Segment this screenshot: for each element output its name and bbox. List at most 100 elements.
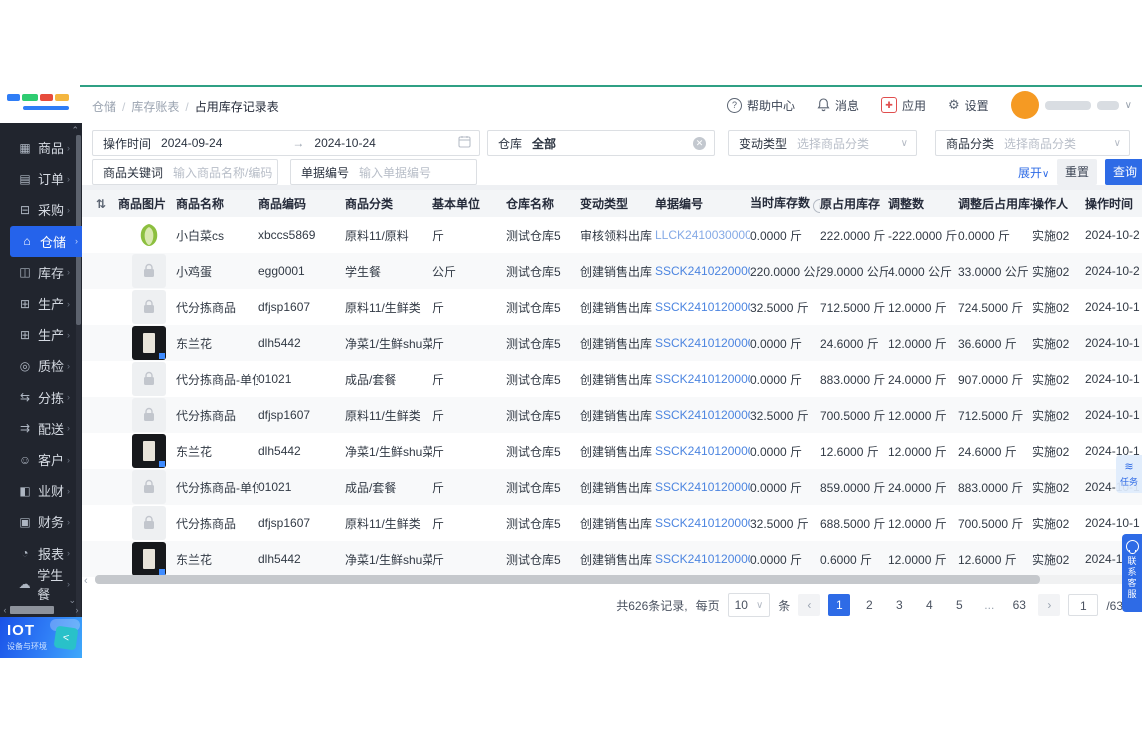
- doc-no-link[interactable]: SSCK24101200003: [655, 408, 750, 422]
- doc-no-link[interactable]: SSCK24101200002: [655, 469, 750, 505]
- change-type: 创建销售出库: [580, 253, 655, 289]
- doc-no-link[interactable]: SSCK24102200001: [655, 253, 750, 289]
- doc-no-link[interactable]: SSCK24101200002: [655, 433, 750, 469]
- operator: 实施02: [1032, 469, 1085, 505]
- next-page-button[interactable]: ›: [1038, 594, 1061, 616]
- product-code: dlh5442: [258, 325, 345, 361]
- operator: 实施02: [1032, 516, 1070, 531]
- doc-no-link[interactable]: SSCK24101200001: [655, 541, 750, 577]
- apps-button[interactable]: ✚ 应用: [880, 97, 926, 114]
- table-hscrollbar-thumb[interactable]: [95, 575, 1040, 584]
- category-placeholder: 选择商品分类: [1004, 136, 1077, 151]
- column-header: 商品分类: [345, 190, 432, 217]
- column-settings-icon[interactable]: ⇅: [82, 197, 106, 211]
- sidebar-item-orders[interactable]: ▤ 订单 ›: [0, 163, 74, 194]
- warehouse-name: 测试仓库5: [506, 469, 580, 505]
- iot-banner[interactable]: IOT 设备与环境 <: [0, 617, 82, 658]
- sidebar-item-production[interactable]: ⊞ 生产 ›: [0, 288, 74, 319]
- category-select[interactable]: 商品分类 选择商品分类 ∨: [935, 130, 1130, 156]
- page-button-63[interactable]: 63: [1008, 594, 1030, 616]
- sidebar-item-production2[interactable]: ⊞ 生产 ›: [0, 319, 74, 350]
- date-to-value[interactable]: 2024-10-24: [314, 136, 375, 150]
- sidebar-item-inventory[interactable]: ◫ 库存 ›: [0, 257, 74, 288]
- contact-service-float-button[interactable]: 联系客服: [1122, 534, 1142, 612]
- doc-no-link[interactable]: SSCK24101200002: [655, 516, 750, 530]
- messages-label: 消息: [834, 98, 859, 113]
- sidebar-item-customers[interactable]: ☺ 客户 ›: [0, 444, 74, 475]
- doc-no-link[interactable]: SSCK24101200003: [655, 325, 750, 361]
- doc-no-link[interactable]: SSCK24101200002: [655, 505, 750, 541]
- doc-no-link[interactable]: SSCK24101200002: [655, 480, 750, 494]
- doc-no-link[interactable]: SSCK24102200001: [655, 264, 750, 278]
- sidebar-item-warehouse[interactable]: ⌂ 仓储 ›: [10, 225, 82, 257]
- occupied-after: 0.0000 斤: [958, 228, 1011, 243]
- sidebar-hscroll-left-icon[interactable]: ‹: [0, 605, 10, 615]
- page-jump-input[interactable]: 1: [1068, 594, 1099, 616]
- breadcrumb-item[interactable]: 库存账表: [131, 100, 179, 114]
- change-type-select[interactable]: 变动类型 选择商品分类 ∨: [728, 130, 917, 156]
- sidebar-hscroll-thumb[interactable]: [10, 606, 54, 614]
- sidebar-item-goods[interactable]: ▦ 商品 ›: [0, 132, 74, 163]
- clear-icon[interactable]: ✕: [693, 136, 706, 150]
- date-from-value[interactable]: 2024-09-24: [161, 136, 222, 150]
- sidebar-item-sorting[interactable]: ⇆ 分拣 ›: [0, 382, 74, 413]
- task-float-button[interactable]: ≋ 任务: [1116, 455, 1142, 493]
- sidebar-item-business-finance[interactable]: ◧ 业财 ›: [0, 475, 74, 506]
- warehouse-select[interactable]: 仓库 全部 ✕: [487, 130, 715, 156]
- page-button-5[interactable]: 5: [948, 594, 970, 616]
- sidebar-item-quality-check[interactable]: ◎ 质检 ›: [0, 350, 74, 381]
- help-center-button[interactable]: ? 帮助中心: [726, 97, 795, 114]
- adjustment: 24.0000 斤: [888, 372, 947, 387]
- product-category: 原料11/生鲜类: [345, 300, 421, 315]
- sidebar-hscroll-right-icon[interactable]: ›: [72, 605, 82, 615]
- page-button-4[interactable]: 4: [918, 594, 940, 616]
- query-button[interactable]: 查询: [1105, 159, 1142, 185]
- keyword-input[interactable]: 商品关键词 输入商品名称/编码: [92, 159, 278, 185]
- sidebar-item-student-meal[interactable]: ☁ 学生餐 ›: [0, 568, 74, 602]
- page-button-1[interactable]: 1: [828, 594, 851, 616]
- per-page-select[interactable]: 10 ∨: [727, 593, 771, 617]
- doc-no-link[interactable]: SSCK24101200002: [655, 444, 750, 458]
- product-image: [118, 469, 176, 505]
- orders-icon: ▤: [19, 171, 31, 186]
- doc-no-link[interactable]: SSCK24101200003: [655, 372, 750, 386]
- prev-page-button[interactable]: ‹: [798, 594, 821, 616]
- page-button-3[interactable]: 3: [888, 594, 910, 616]
- table-hscroll-left-icon[interactable]: ‹: [84, 575, 88, 587]
- doc-no-link[interactable]: SSCK24101200003: [655, 397, 750, 433]
- row-filter-cell: [82, 289, 118, 325]
- breadcrumb-item[interactable]: 仓储: [92, 100, 116, 114]
- doc-no-link[interactable]: SSCK24101200004: [655, 289, 750, 325]
- doc-no-link[interactable]: SSCK24101200003: [655, 336, 750, 350]
- table-hscrollbar-track[interactable]: [95, 575, 1135, 584]
- date-range-arrow: →: [292, 136, 305, 150]
- doc-no-link[interactable]: SSCK24101200003: [655, 361, 750, 397]
- expand-filters-link[interactable]: 展开∨: [1018, 164, 1049, 181]
- base-unit: 斤: [432, 325, 506, 361]
- change-type: 创建销售出库: [580, 300, 653, 315]
- doc-no-link[interactable]: LLCK24100300001: [655, 217, 750, 253]
- sidebar-item-reports[interactable]: ◔ 报表 ›: [0, 538, 74, 569]
- doc-no-link[interactable]: SSCK24101200004: [655, 300, 750, 314]
- warehouse-name: 测试仓库5: [506, 325, 580, 361]
- docno-input[interactable]: 单据编号 输入单据编号: [290, 159, 477, 185]
- messages-button[interactable]: 消息: [817, 97, 859, 114]
- iot-title: IOT: [7, 622, 35, 639]
- settings-button[interactable]: ⚙ 设置: [948, 97, 989, 114]
- doc-no-link[interactable]: LLCK24100300001: [655, 228, 750, 242]
- change-type: 创建销售出库: [580, 516, 653, 531]
- page-button-2[interactable]: 2: [858, 594, 880, 616]
- info-icon[interactable]: i: [813, 199, 820, 214]
- warehouse-name: 测试仓库5: [506, 300, 561, 315]
- reset-button[interactable]: 重置: [1057, 159, 1097, 185]
- sidebar-item-purchase[interactable]: ⊟ 采购 ›: [0, 194, 74, 225]
- sidebar-item-label: 客户: [38, 453, 65, 468]
- breadcrumb: 仓储 / 库存账表 / 占用库存记录表: [92, 100, 279, 114]
- date-range-picker[interactable]: 操作时间 2024-09-24 → 2024-10-24: [92, 130, 480, 156]
- user-menu[interactable]: ∨: [1010, 91, 1132, 119]
- column-header: 仓库名称: [506, 190, 580, 217]
- sidebar-item-finance[interactable]: ▣ 财务 ›: [0, 506, 74, 537]
- settings-label: 设置: [964, 98, 989, 113]
- doc-no-link[interactable]: SSCK24101200001: [655, 552, 750, 566]
- sidebar-item-delivery[interactable]: ⇉ 配送 ›: [0, 413, 74, 444]
